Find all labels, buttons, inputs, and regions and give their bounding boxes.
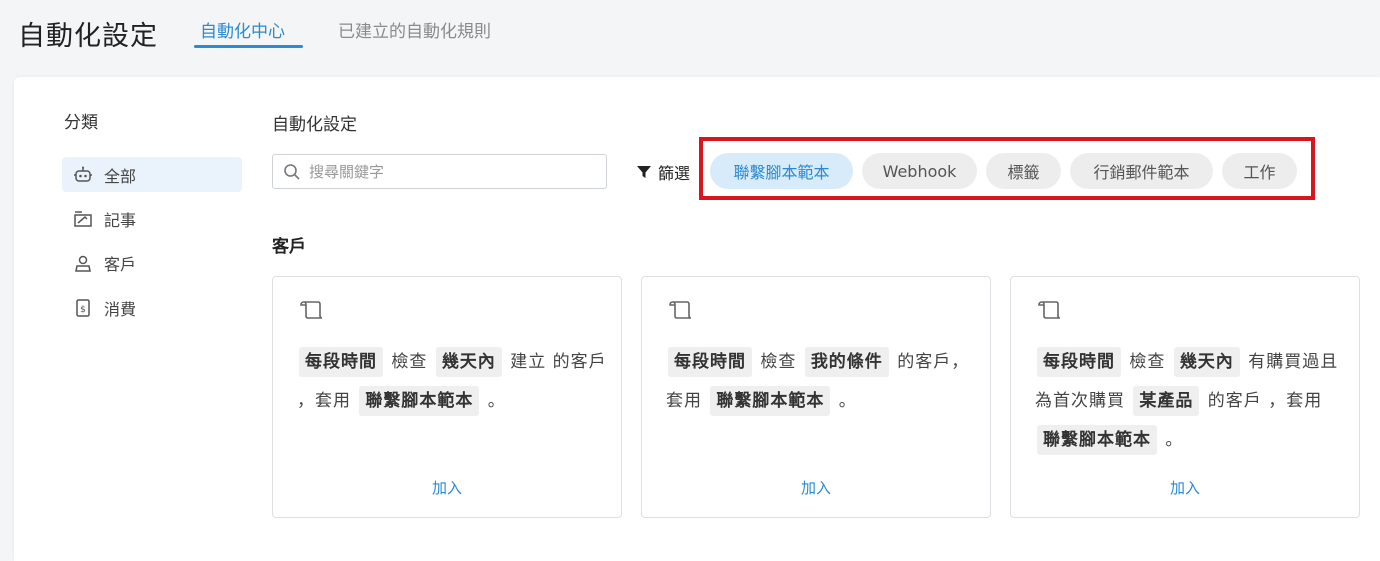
condition-tag: 幾天內 bbox=[1173, 347, 1240, 377]
scroll-icon bbox=[668, 299, 694, 325]
highlight-box bbox=[699, 137, 1315, 200]
card-description: 每段時間 檢查 幾天內 有購買過且為首次購買 某產品 的客戶 ，套用 聯繫腳本範… bbox=[1035, 343, 1345, 460]
search-icon bbox=[283, 163, 301, 181]
description-text: 檢查 bbox=[385, 352, 434, 372]
automation-card: 每段時間 檢查 我的條件 的客戶，套用 聯繫腳本範本 。 加入 bbox=[641, 276, 991, 518]
add-button[interactable]: 加入 bbox=[273, 477, 621, 498]
description-text: 檢查 bbox=[1123, 352, 1172, 372]
condition-tag: 聯繫腳本範本 bbox=[710, 386, 831, 416]
search-input[interactable] bbox=[309, 162, 589, 181]
scroll-icon bbox=[1037, 299, 1063, 325]
page-title: 自動化設定 bbox=[18, 21, 158, 52]
automation-card: 每段時間 檢查 幾天內 建立 的客戶 ，套用 聯繫腳本範本 。 加入 bbox=[272, 276, 622, 518]
svg-text:$: $ bbox=[80, 305, 86, 315]
funnel-icon bbox=[636, 164, 652, 180]
top-bar: 自動化設定 自動化中心 已建立的自動化規則 bbox=[0, 0, 1380, 76]
sidebar-item-notes[interactable]: 記事 bbox=[62, 201, 242, 236]
condition-tag: 我的條件 bbox=[804, 347, 889, 377]
search-box bbox=[272, 154, 607, 189]
sidebar-item-label: 記事 bbox=[104, 210, 137, 230]
sidebar-item-label: 客戶 bbox=[104, 254, 137, 274]
condition-tag: 聯繫腳本範本 bbox=[359, 386, 480, 416]
sidebar-item-consumption[interactable]: $ 消費 bbox=[62, 290, 242, 325]
condition-tag: 某產品 bbox=[1133, 386, 1200, 416]
sidebar-item-label: 消費 bbox=[104, 299, 137, 319]
tab-created-rules[interactable]: 已建立的自動化規則 bbox=[338, 17, 491, 42]
section-title: 客戶 bbox=[272, 237, 306, 257]
description-text: 的客戶 ，套用 bbox=[1201, 391, 1323, 411]
receipt-icon: $ bbox=[72, 297, 94, 319]
filter-label: 篩選 bbox=[636, 160, 690, 184]
note-icon bbox=[72, 208, 94, 230]
add-button[interactable]: 加入 bbox=[1011, 477, 1359, 498]
filter-label-text: 篩選 bbox=[658, 164, 691, 183]
description-text: 。 bbox=[1159, 430, 1184, 450]
card-description: 每段時間 檢查 幾天內 建立 的客戶 ，套用 聯繫腳本範本 。 bbox=[297, 343, 607, 421]
description-text: 檢查 bbox=[754, 352, 803, 372]
condition-tag: 聯繫腳本範本 bbox=[1037, 425, 1157, 455]
category-title: 分類 bbox=[64, 113, 98, 133]
sidebar-item-all[interactable]: 全部 bbox=[62, 157, 242, 192]
description-text: 。 bbox=[481, 391, 506, 411]
sidebar-item-customers[interactable]: 客戶 bbox=[62, 245, 242, 280]
scroll-icon bbox=[299, 299, 325, 325]
condition-tag: 每段時間 bbox=[299, 347, 383, 377]
main-title: 自動化設定 bbox=[272, 115, 357, 135]
condition-tag: 每段時間 bbox=[668, 347, 752, 377]
description-text: 。 bbox=[832, 391, 857, 411]
customer-icon bbox=[72, 252, 94, 274]
add-button[interactable]: 加入 bbox=[642, 477, 990, 498]
sidebar-item-label: 全部 bbox=[104, 166, 137, 186]
condition-tag: 每段時間 bbox=[1037, 347, 1121, 377]
automation-card: 每段時間 檢查 幾天內 有購買過且為首次購買 某產品 的客戶 ，套用 聯繫腳本範… bbox=[1010, 276, 1360, 518]
card-description: 每段時間 檢查 我的條件 的客戶，套用 聯繫腳本範本 。 bbox=[666, 343, 976, 421]
tab-automation-center[interactable]: 自動化中心 bbox=[200, 17, 285, 42]
active-tab-indicator bbox=[194, 45, 303, 48]
robot-icon bbox=[72, 164, 94, 186]
condition-tag: 幾天內 bbox=[435, 347, 502, 377]
